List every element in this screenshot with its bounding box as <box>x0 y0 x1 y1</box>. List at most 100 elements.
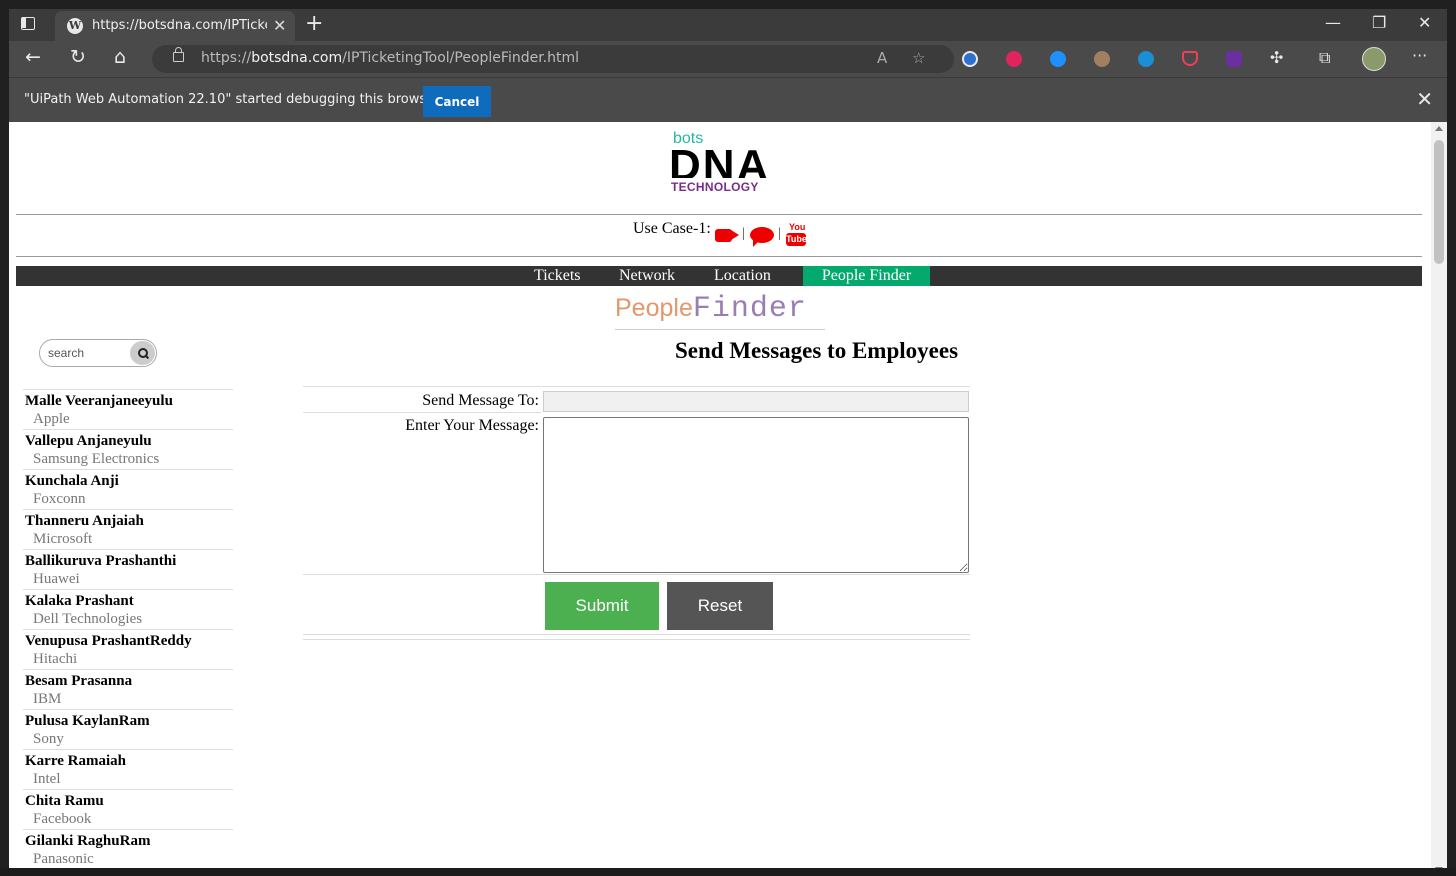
infobar-message: "UiPath Web Automation 22.10" started de… <box>24 92 440 107</box>
read-aloud-icon[interactable]: A <box>877 49 887 67</box>
employee-company: IBM <box>33 691 62 707</box>
divider <box>16 256 1422 257</box>
nav-tickets[interactable]: Tickets <box>526 266 589 286</box>
nav-network[interactable]: Network <box>611 266 683 286</box>
employee-name: Venupusa PrashantReddy <box>25 633 192 649</box>
generic-ext-icon[interactable] <box>962 51 978 67</box>
page-title: PeopleFinder <box>615 292 807 326</box>
employee-name: Chita Ramu <box>25 793 104 809</box>
url-path: /IPTicketingTool/PeopleFinder.html <box>342 50 580 66</box>
blue-ext-icon[interactable] <box>1138 51 1154 67</box>
employee-company: Facebook <box>33 811 92 827</box>
back-icon[interactable]: ← <box>25 46 41 68</box>
logo-dna: DNA <box>669 144 771 178</box>
list-item[interactable]: Gilanki RaghuRam Panasonic <box>23 829 233 869</box>
employee-name: Kunchala Anji <box>25 473 119 489</box>
restore-icon[interactable]: ❐ <box>1372 13 1386 32</box>
list-item[interactable]: Malle Veeranjaneeyulu Apple <box>23 389 233 429</box>
employee-name: Karre Ramaiah <box>25 753 126 769</box>
usecase-label: Use Case-1: <box>633 220 711 237</box>
list-item[interactable]: Vallepu Anjaneyulu Samsung Electronics <box>23 429 233 469</box>
tab-strip: W https://botsdna.com/IPTicketing ✕ + — … <box>9 9 1447 41</box>
list-item[interactable]: Pulusa KaylanRam Sony <box>23 709 233 749</box>
minimize-icon[interactable]: — <box>1325 13 1341 32</box>
message-field[interactable] <box>543 417 969 573</box>
more-icon[interactable]: ··· <box>1412 46 1427 65</box>
video-icon[interactable] <box>715 229 732 242</box>
pocket-icon[interactable] <box>1182 51 1198 66</box>
employee-name: Vallepu Anjaneyulu <box>25 433 152 449</box>
active-tab[interactable]: W https://botsdna.com/IPTicketing ✕ <box>55 11 295 41</box>
chat-icon[interactable] <box>750 227 774 247</box>
form-heading: Send Messages to Employees <box>675 338 959 363</box>
search-input[interactable] <box>48 344 128 362</box>
home-icon[interactable]: ⌂ <box>114 46 126 68</box>
divider <box>303 386 970 387</box>
avatar[interactable] <box>1362 47 1386 71</box>
title-people: People <box>615 294 693 322</box>
list-item[interactable]: Karre Ramaiah Intel <box>23 749 233 789</box>
title-underline <box>615 329 825 330</box>
page-scrollbar[interactable] <box>1431 122 1447 876</box>
list-item[interactable]: Chita Ramu Facebook <box>23 789 233 829</box>
scroll-up-icon[interactable] <box>1435 126 1443 131</box>
divider <box>16 214 1422 215</box>
list-item[interactable]: Kunchala Anji Foxconn <box>23 469 233 509</box>
browser-toolbar: ← ↻ ⌂ https://botsdna.com/IPTicketingToo… <box>9 41 1447 77</box>
cloud-ext-icon[interactable] <box>1050 51 1066 67</box>
send-to-field[interactable] <box>543 391 969 412</box>
new-tab-button[interactable]: + <box>305 11 323 36</box>
employee-company: Samsung Electronics <box>33 451 160 467</box>
list-item[interactable]: Ballikuruva Prashanthi Huawei <box>23 549 233 589</box>
employee-name: Malle Veeranjaneeyulu <box>25 393 173 409</box>
reload-icon[interactable]: ↻ <box>70 46 86 68</box>
owl-ext-icon[interactable] <box>1094 51 1110 67</box>
t-ext-icon[interactable] <box>1006 51 1022 67</box>
taskbar <box>0 868 1456 876</box>
employee-name: Ballikuruva Prashanthi <box>25 553 177 569</box>
divider <box>303 412 541 413</box>
divider <box>303 634 970 635</box>
divider <box>303 574 970 575</box>
list-item[interactable]: Thanneru Anjaiah Microsoft <box>23 509 233 549</box>
submit-button[interactable]: Submit <box>545 582 659 630</box>
url-text[interactable]: https://botsdna.com/IPTicketingTool/Peop… <box>201 50 579 66</box>
message-label: Enter Your Message: <box>405 417 539 434</box>
close-icon[interactable]: ✕ <box>1416 87 1433 111</box>
favorites-icon[interactable]: ☆ <box>912 49 925 67</box>
list-item[interactable]: Kalaka Prashant Dell Technologies <box>23 589 233 629</box>
divider <box>303 639 970 640</box>
tab-actions-icon[interactable] <box>21 17 35 30</box>
search-box <box>39 339 157 367</box>
scroll-thumb[interactable] <box>1434 140 1444 264</box>
cancel-button[interactable]: Cancel <box>423 86 491 117</box>
tab-title: https://botsdna.com/IPTicketing <box>92 18 267 33</box>
url-host: botsdna.com <box>251 50 343 66</box>
color-ext-icon[interactable] <box>1226 51 1242 67</box>
lock-icon[interactable] <box>173 47 184 62</box>
window-close-icon[interactable]: ✕ <box>1418 13 1431 32</box>
youtube-icon[interactable]: You Tube <box>786 222 807 247</box>
nav-people-finder[interactable]: People Finder <box>803 266 930 286</box>
page-content: bots DNA TECHNOLOGY Use Case-1: | | You … <box>9 122 1431 876</box>
collections-icon[interactable]: ⧉ <box>1319 48 1330 68</box>
employee-company: Apple <box>33 411 70 427</box>
employee-company: Intel <box>33 771 61 787</box>
employee-company: Huawei <box>33 571 80 587</box>
employee-company: Hitachi <box>33 651 78 667</box>
employee-company: Panasonic <box>33 851 94 867</box>
list-item[interactable]: Besam Prasanna IBM <box>23 669 233 709</box>
search-icon[interactable] <box>130 341 155 365</box>
employee-name: Besam Prasanna <box>25 673 133 689</box>
address-bar[interactable]: https://botsdna.com/IPTicketingTool/Peop… <box>152 45 954 73</box>
logo: bots DNA TECHNOLOGY <box>669 130 769 198</box>
separator: | <box>778 226 781 241</box>
browser-window: W https://botsdna.com/IPTicketing ✕ + — … <box>9 9 1447 876</box>
nav-location[interactable]: Location <box>706 266 779 286</box>
employee-name: Pulusa KaylanRam <box>25 713 150 729</box>
employee-name: Thanneru Anjaiah <box>25 513 144 529</box>
puzzle-icon[interactable]: ✣ <box>1270 48 1283 67</box>
tab-close-icon[interactable]: ✕ <box>273 16 286 35</box>
reset-button[interactable]: Reset <box>667 582 773 630</box>
list-item[interactable]: Venupusa PrashantReddy Hitachi <box>23 629 233 669</box>
